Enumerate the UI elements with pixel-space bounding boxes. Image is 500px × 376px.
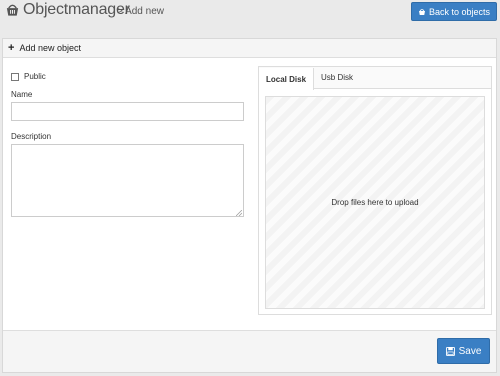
name-input[interactable] xyxy=(11,102,244,121)
resize-grip-icon[interactable] xyxy=(236,210,242,216)
tab-local-disk[interactable]: Local Disk xyxy=(259,68,315,90)
page-header: Objectmanager > Add new Back to objects xyxy=(0,0,500,30)
basket-icon xyxy=(418,8,425,15)
save-button[interactable]: Save xyxy=(437,338,490,364)
breadcrumb: > Add new xyxy=(117,6,164,17)
file-dropzone[interactable]: Drop files here to upload xyxy=(265,96,485,309)
basket-icon xyxy=(6,4,19,16)
panel-footer: Save xyxy=(3,330,496,372)
back-to-objects-button[interactable]: Back to objects xyxy=(410,2,497,21)
upload-tab-bar: Local Disk Usb Disk xyxy=(259,67,491,90)
panel-heading: + Add new object xyxy=(3,39,496,58)
tab-usb-disk[interactable]: Usb Disk xyxy=(314,67,360,88)
name-label: Name xyxy=(11,90,33,99)
back-to-objects-label: Back to objects xyxy=(428,6,490,17)
description-textarea[interactable] xyxy=(11,144,244,217)
public-label: Public xyxy=(24,72,46,81)
floppy-disk-icon xyxy=(445,346,455,356)
dropzone-text: Drop files here to upload xyxy=(331,198,419,207)
public-checkbox[interactable] xyxy=(11,72,19,81)
public-checkbox-row[interactable]: Public xyxy=(11,72,46,81)
panel-title: Add new object xyxy=(19,43,81,53)
description-label: Description xyxy=(11,132,52,141)
plus-icon: + xyxy=(8,41,15,54)
app-title: Objectmanager xyxy=(23,1,130,18)
save-label: Save xyxy=(458,345,482,357)
upload-tabs-panel: Local Disk Usb Disk Drop files here to u… xyxy=(258,66,492,315)
add-object-panel: + Add new object Public Name Description… xyxy=(2,38,497,373)
